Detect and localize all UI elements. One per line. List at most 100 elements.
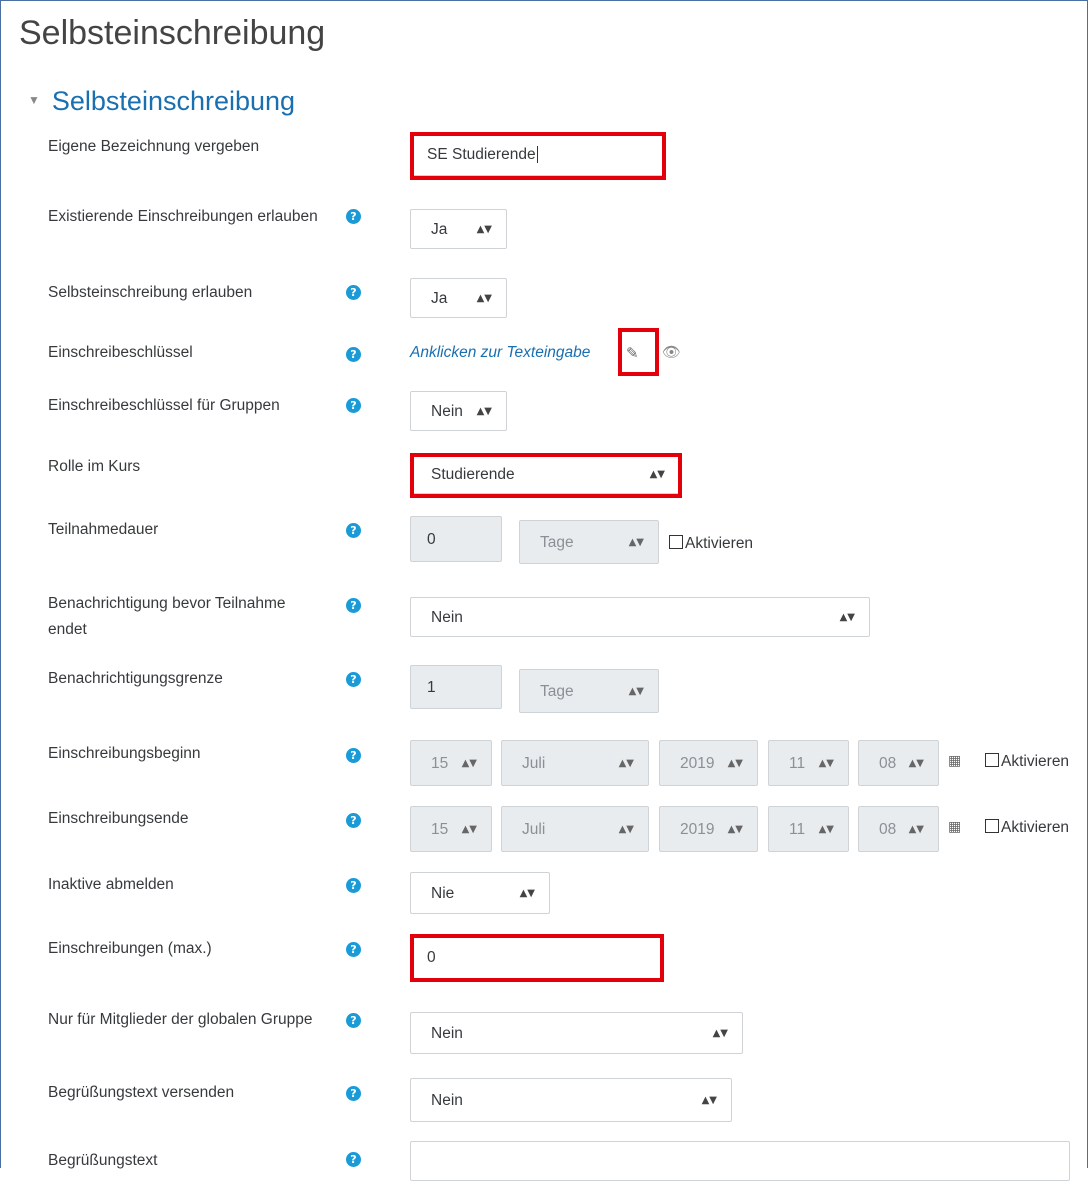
up-down-arrow-icon: ▲▼ xyxy=(519,888,535,899)
notify-select[interactable]: Nein ▲▼ xyxy=(410,597,870,637)
question-circle-icon[interactable]: ? xyxy=(346,748,361,763)
start-day-select[interactable]: 15 ▲▼ xyxy=(410,740,492,786)
start-enable-label: Aktivieren xyxy=(1001,753,1070,770)
end-year-value: 2019 xyxy=(680,821,715,838)
end-month-select[interactable]: Juli ▲▼ xyxy=(501,806,649,852)
existing-label: Existierende Einschreibungen erlauben xyxy=(48,208,318,225)
up-down-arrow-icon: ▲▼ xyxy=(727,758,743,769)
name-label: Eigene Bezeichnung vergeben xyxy=(48,138,260,155)
section-title: Selbsteinschreibung xyxy=(51,86,296,116)
end-minute-select[interactable]: 08 ▲▼ xyxy=(858,806,939,852)
welcometext-textarea[interactable] xyxy=(410,1141,1070,1181)
up-down-arrow-icon: ▲▼ xyxy=(818,758,834,769)
end-year-select[interactable]: 2019 ▲▼ xyxy=(659,806,758,852)
calendar-icon[interactable]: ▦ xyxy=(948,753,961,769)
allow-label: Selbsteinschreibung erlauben xyxy=(48,284,253,301)
up-down-arrow-icon: ▲▼ xyxy=(628,537,644,548)
cohort-label: Nur für Mitglieder der globalen Gruppe xyxy=(48,1011,313,1028)
section-header[interactable]: ▼ Selbsteinschreibung xyxy=(28,86,295,117)
start-enable-checkbox[interactable] xyxy=(985,752,999,767)
duration-unit-select[interactable]: Tage ▲▼ xyxy=(519,520,659,564)
start-day-value: 15 xyxy=(431,755,449,772)
up-down-arrow-icon: ▲▼ xyxy=(701,1095,717,1106)
up-down-arrow-icon: ▲▼ xyxy=(461,758,477,769)
inactive-label: Inaktive abmelden xyxy=(48,876,174,893)
threshold-unit-select[interactable]: Tage ▲▼ xyxy=(519,669,659,713)
duration-unit-value: Tage xyxy=(540,534,574,551)
duration-enable-label: Aktivieren xyxy=(685,535,754,552)
existing-select-value: Ja xyxy=(431,221,448,238)
notify-select-value: Nein xyxy=(431,609,463,626)
duration-label: Teilnahmedauer xyxy=(48,521,159,538)
highlight-max xyxy=(410,934,664,982)
cohort-select[interactable]: Nein ▲▼ xyxy=(410,1012,743,1054)
question-circle-icon[interactable]: ? xyxy=(346,942,361,957)
question-circle-icon[interactable]: ? xyxy=(346,878,361,893)
start-hour-value: 11 xyxy=(789,755,806,772)
groupkey-select-value: Nein xyxy=(431,403,463,420)
eye-icon[interactable]: 👁 xyxy=(662,343,681,361)
question-circle-icon[interactable]: ? xyxy=(346,672,361,687)
start-month-select[interactable]: Juli ▲▼ xyxy=(501,740,649,786)
welcometext-label: Begrüßungstext xyxy=(48,1152,158,1169)
inactive-select[interactable]: Nie ▲▼ xyxy=(410,872,550,914)
cohort-select-value: Nein xyxy=(431,1025,463,1042)
end-label: Einschreibungsende xyxy=(48,810,189,827)
question-circle-icon[interactable]: ? xyxy=(346,1013,361,1028)
up-down-arrow-icon: ▲▼ xyxy=(727,824,743,835)
triangle-down-icon[interactable]: ▼ xyxy=(28,93,40,107)
key-edit-link[interactable]: Anklicken zur Texteingabe xyxy=(410,344,590,362)
start-year-value: 2019 xyxy=(680,755,715,772)
end-hour-select[interactable]: 11 ▲▼ xyxy=(768,806,849,852)
start-label: Einschreibungsbeginn xyxy=(48,745,201,762)
duration-enable-checkbox[interactable] xyxy=(669,534,683,549)
question-circle-icon[interactable]: ? xyxy=(346,209,361,224)
end-month-value: Juli xyxy=(522,821,546,838)
duration-enable[interactable]: Aktivieren xyxy=(669,534,754,553)
start-enable[interactable]: Aktivieren xyxy=(985,752,1070,771)
up-down-arrow-icon: ▲▼ xyxy=(839,612,855,623)
end-day-select[interactable]: 15 ▲▼ xyxy=(410,806,492,852)
up-down-arrow-icon: ▲▼ xyxy=(628,686,644,697)
key-label: Einschreibeschlüssel xyxy=(48,344,193,361)
threshold-label: Benachrichtigungsgrenze xyxy=(48,670,223,687)
max-label: Einschreibungen (max.) xyxy=(48,940,212,957)
groupkey-label: Einschreibeschlüssel für Gruppen xyxy=(48,397,280,414)
up-down-arrow-icon: ▲▼ xyxy=(618,824,634,835)
up-down-arrow-icon: ▲▼ xyxy=(712,1028,728,1039)
threshold-unit-value: Tage xyxy=(540,683,574,700)
welcome-select-value: Nein xyxy=(431,1092,463,1109)
start-minute-select[interactable]: 08 ▲▼ xyxy=(858,740,939,786)
question-circle-icon[interactable]: ? xyxy=(346,398,361,413)
welcome-select[interactable]: Nein ▲▼ xyxy=(410,1078,732,1122)
end-hour-value: 11 xyxy=(789,821,806,838)
question-circle-icon[interactable]: ? xyxy=(346,1152,361,1167)
threshold-input[interactable]: 1 xyxy=(410,665,502,709)
question-circle-icon[interactable]: ? xyxy=(346,523,361,538)
page-title: Selbsteinschreibung xyxy=(19,14,326,52)
up-down-arrow-icon: ▲▼ xyxy=(476,406,492,417)
end-enable[interactable]: Aktivieren xyxy=(985,818,1070,837)
up-down-arrow-icon: ▲▼ xyxy=(618,758,634,769)
start-hour-select[interactable]: 11 ▲▼ xyxy=(768,740,849,786)
start-year-select[interactable]: 2019 ▲▼ xyxy=(659,740,758,786)
question-circle-icon[interactable]: ? xyxy=(346,813,361,828)
calendar-icon[interactable]: ▦ xyxy=(948,819,961,835)
highlight-role xyxy=(410,453,682,498)
existing-select[interactable]: Ja ▲▼ xyxy=(410,209,507,249)
groupkey-select[interactable]: Nein ▲▼ xyxy=(410,391,507,431)
welcome-label: Begrüßungstext versenden xyxy=(48,1084,235,1101)
end-enable-label: Aktivieren xyxy=(1001,819,1070,836)
up-down-arrow-icon: ▲▼ xyxy=(461,824,477,835)
up-down-arrow-icon: ▲▼ xyxy=(476,224,492,235)
end-day-value: 15 xyxy=(431,821,449,838)
end-enable-checkbox[interactable] xyxy=(985,818,999,833)
question-circle-icon[interactable]: ? xyxy=(346,1086,361,1101)
question-circle-icon[interactable]: ? xyxy=(346,285,361,300)
allow-select[interactable]: Ja ▲▼ xyxy=(410,278,507,318)
end-minute-value: 08 xyxy=(879,821,897,838)
question-circle-icon[interactable]: ? xyxy=(346,598,361,613)
up-down-arrow-icon: ▲▼ xyxy=(818,824,834,835)
question-circle-icon[interactable]: ? xyxy=(346,347,361,362)
duration-input[interactable]: 0 xyxy=(410,516,502,562)
